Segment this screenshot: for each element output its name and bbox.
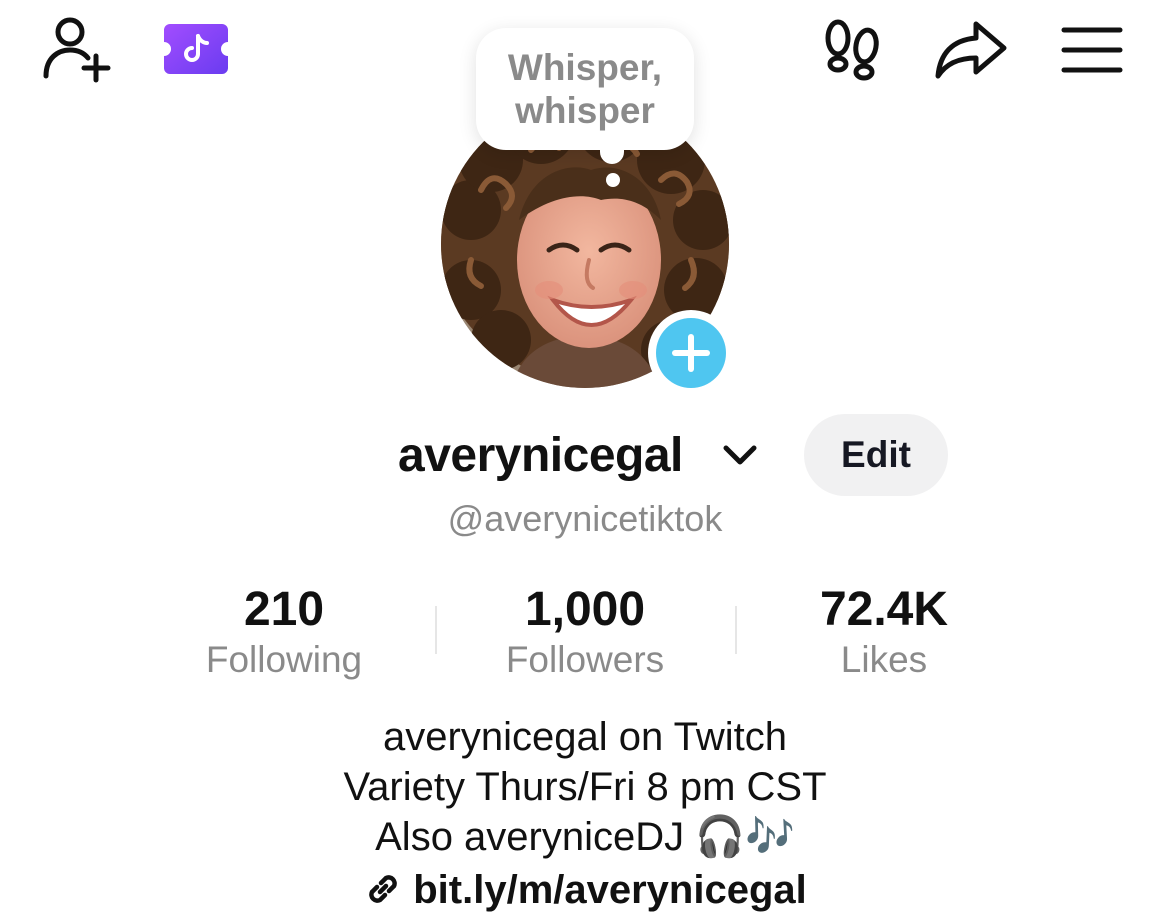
likes-count: 72.4K (819, 583, 949, 636)
bio-line-text: Also averyniceDJ (375, 815, 685, 859)
add-photo-button[interactable] (648, 310, 734, 396)
footprints-icon[interactable] (818, 18, 888, 82)
stat-divider (735, 606, 737, 654)
likes-label: Likes (840, 639, 928, 680)
followers-count: 1,000 (524, 583, 646, 636)
hamburger-menu-icon[interactable] (1058, 22, 1128, 78)
following-count: 210 (243, 583, 325, 636)
headphones-music-emoji: 🎧🎶 (695, 814, 795, 860)
profile-note-bubble[interactable]: Whisper, whisper (476, 28, 694, 150)
bio: averynicegal on Twitch Variety Thurs/Fri… (0, 712, 1170, 862)
chevron-down-icon[interactable] (720, 440, 760, 470)
username-handle-text: @averynicetiktok (447, 498, 723, 539)
display-name[interactable]: averynicegal (398, 428, 683, 483)
add-friend-icon[interactable] (38, 14, 118, 84)
bio-line: Variety Thurs/Fri 8 pm CST (343, 765, 827, 809)
stat-divider (435, 606, 437, 654)
followers-label: Followers (505, 639, 665, 680)
username-handle: @averynicetiktok (0, 498, 1170, 540)
stat-likes[interactable]: 72.4K Likes (754, 582, 1014, 682)
edit-profile-button[interactable]: Edit (804, 414, 948, 496)
tiktok-ticket-icon[interactable] (160, 20, 232, 78)
bio-line: averynicegal on Twitch (383, 715, 787, 759)
bio-link[interactable]: bit.ly/m/averynicegal (0, 868, 1170, 913)
stat-followers[interactable]: 1,000 Followers (455, 582, 715, 682)
bio-line: Also averyniceDJ 🎧🎶 (0, 812, 1170, 862)
link-icon (363, 869, 403, 909)
stat-following[interactable]: 210 Following (154, 582, 414, 682)
bio-link-text: bit.ly/m/averynicegal (413, 868, 807, 912)
plus-icon (656, 318, 726, 388)
following-label: Following (205, 639, 363, 680)
note-bubble-dot (606, 173, 620, 187)
profile-note-text: Whisper, whisper (507, 47, 663, 131)
share-icon[interactable] (930, 18, 1012, 82)
